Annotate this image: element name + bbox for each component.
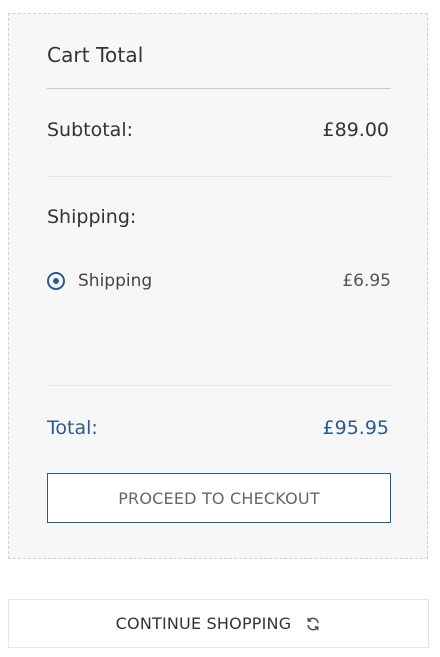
radio-selected-dot <box>53 278 59 284</box>
total-value: £95.95 <box>322 417 389 439</box>
continue-shopping-button[interactable]: CONTINUE SHOPPING <box>8 599 429 648</box>
proceed-to-checkout-label: PROCEED TO CHECKOUT <box>118 488 320 508</box>
cart-total-panel: Cart Total Subtotal: £89.00 Shipping: Sh… <box>8 13 428 559</box>
subtotal-divider <box>47 176 391 177</box>
shipping-radio[interactable] <box>47 272 65 290</box>
shipping-option[interactable]: Shipping £6.95 <box>47 269 391 293</box>
shipping-option-price: £6.95 <box>342 271 391 291</box>
shipping-divider <box>47 385 391 386</box>
refresh-icon <box>305 616 321 632</box>
shipping-option-label: Shipping <box>78 271 153 291</box>
continue-shopping-label: CONTINUE SHOPPING <box>115 614 292 633</box>
subtotal-value: £89.00 <box>322 119 389 141</box>
title-divider <box>47 88 391 89</box>
shipping-heading: Shipping: <box>47 206 137 228</box>
total-label: Total: <box>47 417 98 439</box>
proceed-to-checkout-button[interactable]: PROCEED TO CHECKOUT <box>47 473 391 523</box>
subtotal-label: Subtotal: <box>47 119 134 141</box>
cart-total-title: Cart Total <box>47 43 144 67</box>
